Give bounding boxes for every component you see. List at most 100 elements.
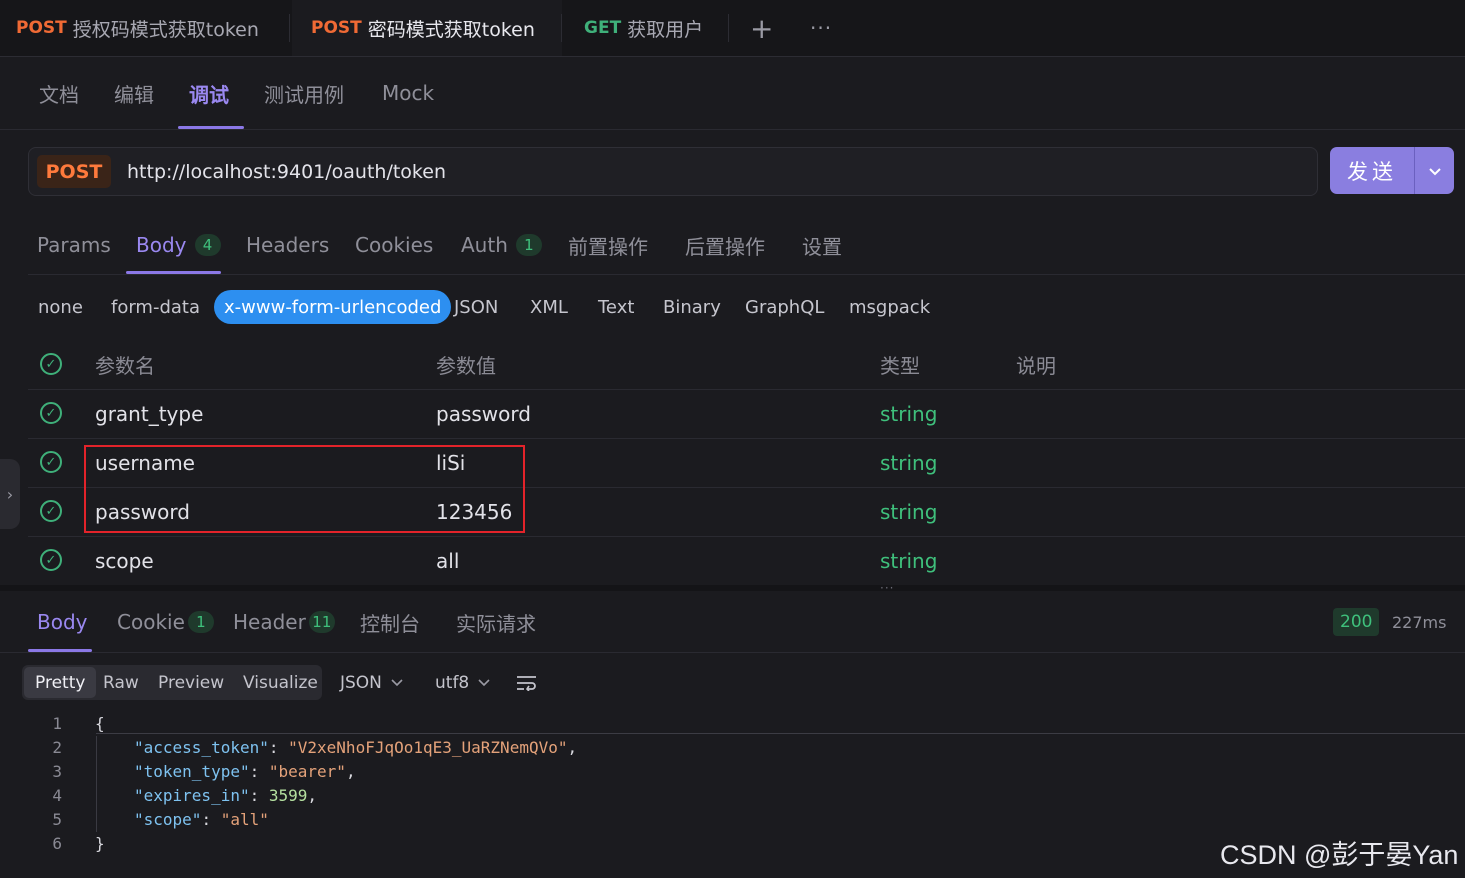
more-icon[interactable]: ··· [810, 0, 832, 56]
format-tab-group: Pretty Raw Preview Visualize [22, 665, 322, 700]
param-type[interactable]: string [880, 389, 937, 438]
method-label: POST [311, 18, 362, 38]
encoding-select[interactable]: utf8 [435, 665, 490, 700]
table-row: ✓ scope all string [28, 536, 1465, 586]
select-all-checkbox[interactable]: ✓ [40, 353, 62, 375]
param-name[interactable]: scope [95, 536, 154, 585]
cookie-count-badge: 1 [187, 611, 214, 633]
tab-label: Header [233, 610, 306, 634]
tab-label: 密码模式获取token [367, 18, 535, 41]
format-preview[interactable]: Preview [158, 665, 224, 700]
param-value[interactable]: password [436, 389, 531, 438]
format-visualize[interactable]: Visualize [243, 665, 318, 700]
tab-settings[interactable]: 设置 [802, 216, 842, 274]
response-tab-bar: Body Cookie 1 Header 11 控制台 实际请求 200 227… [0, 592, 1465, 653]
language-select[interactable]: JSON [340, 665, 403, 700]
request-tab-get-user[interactable]: GET 获取用户 [584, 0, 724, 56]
resp-tab-actual-request[interactable]: 实际请求 [456, 592, 536, 652]
tab-divider [289, 14, 290, 42]
body-type-none[interactable]: none [38, 290, 83, 324]
tab-debug[interactable]: 调试 [189, 57, 229, 129]
row-checkbox[interactable]: ✓ [40, 549, 62, 571]
tab-auth[interactable]: Auth 1 [461, 216, 542, 274]
tab-headers[interactable]: Headers [246, 216, 329, 274]
line-number: 4 [52, 786, 62, 805]
method-label: GET [584, 18, 622, 38]
format-raw[interactable]: Raw [103, 665, 139, 700]
col-header-name: 参数名 [95, 354, 155, 378]
watermark: CSDN @彭于晏Yan [1220, 839, 1459, 870]
chevron-down-icon [478, 678, 490, 686]
word-wrap-icon[interactable] [516, 665, 538, 700]
panel-resize-handle[interactable]: ··· [0, 581, 1465, 595]
row-checkbox[interactable]: ✓ [40, 451, 62, 473]
tab-label: 获取用户 [627, 18, 704, 41]
table-row: ✓ grant_type password string [28, 389, 1465, 439]
tab-divider [728, 14, 729, 42]
body-type-msgpack[interactable]: msgpack [849, 290, 930, 324]
line-number: 6 [52, 834, 62, 853]
body-type-form-data[interactable]: form-data [111, 290, 200, 324]
body-type-graphql[interactable]: GraphQL [745, 290, 824, 324]
request-section-tabs: Params Body 4 Headers Cookies Auth 1 前置操… [28, 216, 1465, 275]
tab-cookies[interactable]: Cookies [355, 216, 433, 274]
access-token-value: V2xeNhoFJqOo1qE3_UaRZNemQVo [297, 738, 558, 757]
code-line: } [95, 834, 105, 853]
tab-label: 授权码模式获取token [72, 18, 259, 41]
language-value: JSON [340, 672, 382, 693]
row-checkbox[interactable]: ✓ [40, 500, 62, 522]
chevron-down-icon [391, 678, 403, 686]
header-count-badge: 11 [308, 611, 335, 633]
body-type-xml[interactable]: XML [530, 290, 568, 324]
param-name[interactable]: grant_type [95, 389, 203, 438]
tab-label: Auth [461, 233, 508, 257]
col-header-value: 参数值 [436, 354, 496, 378]
row-checkbox[interactable]: ✓ [40, 402, 62, 424]
tab-params[interactable]: Params [37, 216, 111, 274]
highlight-annotation-box [84, 445, 525, 533]
body-type-binary[interactable]: Binary [663, 290, 721, 324]
tab-test-cases[interactable]: 测试用例 [264, 57, 344, 129]
tab-edit[interactable]: 编辑 [114, 57, 154, 129]
resp-tab-cookie[interactable]: Cookie 1 [117, 592, 214, 652]
tab-divider [561, 14, 562, 42]
chevron-right-icon[interactable]: › [0, 459, 20, 529]
param-value[interactable]: all [436, 536, 459, 585]
line-number: 5 [52, 810, 62, 829]
chevron-down-icon[interactable] [1415, 147, 1454, 194]
tab-body[interactable]: Body 4 [136, 216, 221, 274]
method-select[interactable]: POST [37, 155, 111, 188]
auth-count-badge: 1 [515, 234, 542, 256]
tab-pre-request[interactable]: 前置操作 [568, 216, 648, 274]
add-tab-icon[interactable]: + [750, 0, 773, 56]
format-pretty[interactable]: Pretty [24, 667, 97, 698]
active-tab-underline [126, 271, 221, 274]
send-button[interactable]: 发送 [1330, 147, 1414, 194]
resp-tab-body[interactable]: Body [37, 592, 88, 652]
body-type-json[interactable]: JSON [454, 290, 498, 324]
code-line: "expires_in": 3599, [134, 786, 318, 805]
tab-label: Cookie [117, 610, 185, 634]
body-type-urlencoded[interactable]: x-www-form-urlencoded [214, 290, 452, 324]
request-tab-auth-code[interactable]: POST 授权码模式获取token [16, 0, 290, 56]
tab-mock[interactable]: Mock [382, 57, 434, 129]
response-time: 227ms [1392, 612, 1447, 632]
request-tab-bar: POST 授权码模式获取token POST 密码模式获取token GET 获… [0, 0, 1465, 57]
param-type[interactable]: string [880, 438, 937, 487]
line-number: 1 [52, 714, 62, 733]
col-header-type: 类型 [880, 354, 920, 378]
param-type[interactable]: string [880, 536, 937, 585]
url-input[interactable]: http://localhost:9401/oauth/token [127, 148, 446, 195]
send-button-group: 发送 [1330, 147, 1454, 194]
tab-docs[interactable]: 文档 [39, 57, 79, 129]
resp-tab-header[interactable]: Header 11 [233, 592, 335, 652]
tab-post-request[interactable]: 后置操作 [685, 216, 765, 274]
param-type[interactable]: string [880, 487, 937, 536]
code-line: "access_token": "V2xeNhoFJqOo1qE3_UaRZNe… [134, 738, 578, 757]
request-tab-password[interactable]: POST 密码模式获取token [292, 0, 562, 56]
resp-tab-console[interactable]: 控制台 [360, 592, 420, 652]
code-line: "token_type": "bearer", [134, 762, 356, 781]
tab-label: Body [136, 233, 187, 257]
body-type-text[interactable]: Text [598, 290, 634, 324]
line-number: 3 [52, 762, 62, 781]
